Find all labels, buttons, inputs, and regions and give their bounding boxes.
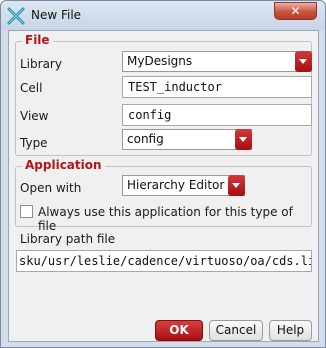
open-with-select[interactable]: Hierarchy Editor [122,175,245,196]
cell-label: Cell [20,81,43,95]
application-group-title: Application [22,158,105,172]
library-value: MyDesigns [127,54,193,68]
title-bar[interactable]: New File ✕ [1,1,325,30]
library-path-label: Library path file [20,232,116,246]
always-use-label: Always use this application for this typ… [38,205,293,233]
cell-input[interactable]: TEST_inductor [122,76,312,98]
cancel-button[interactable]: Cancel [209,320,263,341]
new-file-dialog: New File ✕ File Library MyDesigns Cell T… [0,0,326,348]
help-button[interactable]: Help [269,320,312,341]
window-title: New File [31,8,82,22]
type-select[interactable]: config [122,129,252,150]
file-group-title: File [22,33,53,47]
chevron-down-icon[interactable] [228,175,245,196]
library-label: Library [20,57,62,71]
library-path-input[interactable]: sku/usr/leslie/cadence/virtuoso/oa/cds.l… [16,250,312,272]
view-label: View [20,109,49,123]
ok-button[interactable]: OK [155,320,203,341]
always-use-checkbox[interactable] [20,205,33,218]
close-button[interactable]: ✕ [274,2,317,20]
library-select[interactable]: MyDesigns [122,51,312,72]
type-label: Type [20,136,48,150]
chevron-down-icon[interactable] [235,129,252,150]
app-x-icon [7,7,25,25]
chevron-down-icon[interactable] [295,51,312,72]
open-with-label: Open with [20,181,82,195]
type-value: config [127,132,164,146]
view-input[interactable]: config [122,104,312,126]
dialog-body: File Library MyDesigns Cell TEST_inducto… [8,30,319,342]
open-with-value: Hierarchy Editor [127,178,225,192]
application-group: Application Open with Hierarchy Editor A… [15,158,312,233]
file-group: File Library MyDesigns Cell TEST_inducto… [15,33,312,156]
